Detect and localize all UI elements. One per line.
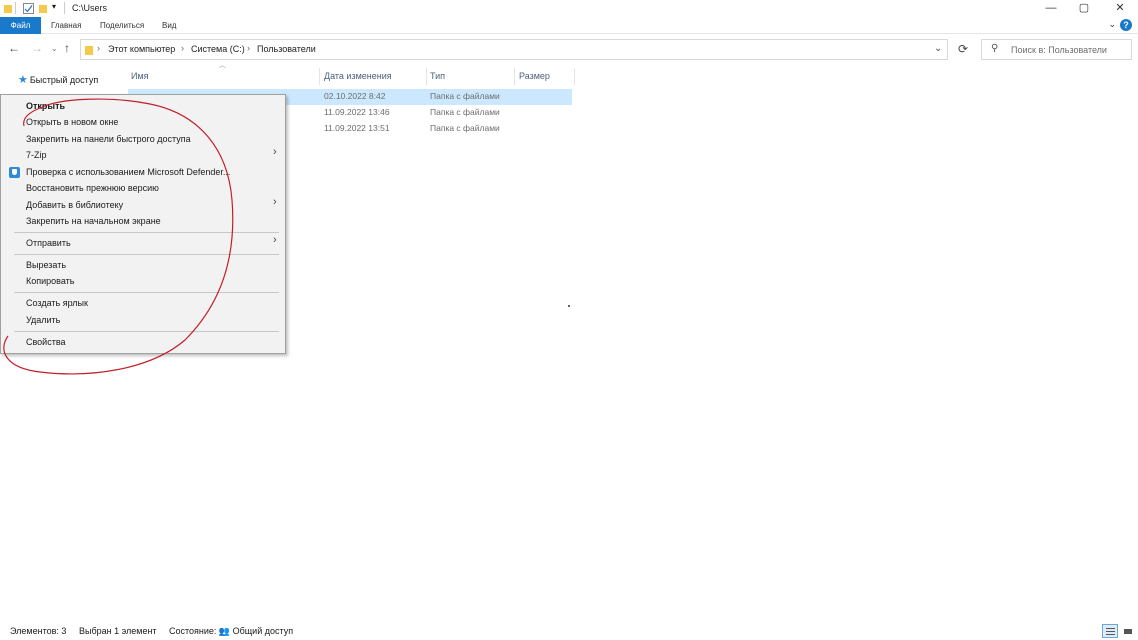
forward-arrow-icon[interactable]: → — [31, 41, 43, 55]
status-item-count: Элементов: 3 — [10, 626, 67, 636]
column-date-modified[interactable]: Дата изменения — [321, 68, 427, 85]
submenu-arrow-icon: › — [273, 146, 277, 158]
menu-item-pin-quick-access[interactable]: Закрепить на панели быстрого доступа — [26, 134, 191, 144]
breadcrumb-users[interactable]: Пользователи — [257, 44, 316, 54]
help-icon[interactable]: ? — [1120, 19, 1132, 31]
menu-separator — [14, 292, 279, 293]
tab-view[interactable]: Вид — [162, 17, 176, 34]
folder-icon — [85, 44, 93, 57]
menu-item-restore-previous[interactable]: Восстановить прежнюю версию — [26, 183, 159, 193]
address-bar[interactable]: › Этот компьютер › Система (C:) › Пользо… — [80, 39, 948, 60]
row-type: Папка с файлами — [430, 91, 500, 101]
customize-toolbar-icon[interactable]: ▾ — [52, 2, 56, 11]
recent-locations-icon[interactable]: ⌄ — [51, 44, 58, 53]
defender-shield-icon — [9, 167, 20, 178]
minimize-button[interactable]: — — [1034, 0, 1068, 17]
menu-item-7zip[interactable]: 7-Zip — [26, 150, 47, 160]
row-date: 11.09.2022 13:51 — [324, 123, 390, 133]
folder-icon — [4, 3, 12, 15]
menu-item-add-to-library[interactable]: Добавить в библиотеку — [26, 200, 123, 210]
divider — [64, 2, 65, 14]
menu-item-cut[interactable]: Вырезать — [26, 260, 66, 270]
column-name[interactable]: Имя — [128, 68, 320, 85]
breadcrumb-system-c[interactable]: Система (C:) — [191, 44, 245, 54]
up-arrow-icon[interactable]: ↑ — [64, 41, 70, 55]
details-view-button[interactable] — [1102, 624, 1118, 638]
tab-file[interactable]: Файл — [0, 17, 41, 34]
column-type[interactable]: Тип — [427, 68, 515, 85]
menu-separator — [14, 331, 279, 332]
status-sharing: Состояние: 👥 Общий доступ — [169, 626, 294, 636]
search-placeholder: Поиск в: Пользователи — [1011, 45, 1107, 55]
submenu-arrow-icon: › — [273, 234, 277, 246]
ribbon-tabs: Файл Главная Поделиться Вид ⌄ ? — [0, 17, 1138, 34]
status-bar: Элементов: 3 Выбран 1 элемент Состояние:… — [0, 620, 1138, 640]
menu-item-send-to[interactable]: Отправить — [26, 238, 71, 248]
menu-item-pin-start[interactable]: Закрепить на начальном экране — [26, 216, 161, 226]
dot — [568, 305, 570, 307]
menu-item-create-shortcut[interactable]: Создать ярлык — [26, 298, 88, 308]
divider — [15, 2, 16, 14]
address-dropdown-icon[interactable]: ⌄ — [934, 43, 942, 54]
expand-ribbon-icon[interactable]: ⌄ — [1108, 19, 1116, 30]
breadcrumb-separator-icon[interactable]: › — [247, 43, 250, 53]
submenu-arrow-icon: › — [273, 196, 277, 208]
title-bar: ▾ C:\Users — ▢ ✕ — [0, 0, 1138, 17]
sidebar-item-quick-access[interactable]: ★ Быстрый доступ — [18, 73, 98, 86]
menu-item-copy[interactable]: Копировать — [26, 276, 74, 286]
menu-separator — [14, 232, 279, 233]
star-icon: ★ — [18, 74, 28, 86]
search-icon: ⚲ — [991, 43, 999, 54]
menu-item-open[interactable]: Открыть — [26, 101, 65, 111]
breadcrumb-this-pc[interactable]: Этот компьютер — [108, 44, 175, 54]
maximize-button[interactable]: ▢ — [1067, 0, 1101, 17]
breadcrumb-separator-icon[interactable]: › — [181, 43, 184, 53]
refresh-icon[interactable]: ⟳ — [953, 39, 973, 60]
menu-separator — [14, 254, 279, 255]
large-icons-view-button[interactable] — [1120, 624, 1136, 638]
tab-share[interactable]: Поделиться — [100, 17, 144, 34]
row-type: Папка с файлами — [430, 123, 500, 133]
row-date: 02.10.2022 8:42 — [324, 91, 386, 101]
sidebar-item-label: Быстрый доступ — [29, 75, 99, 85]
status-selected: Выбран 1 элемент — [79, 626, 157, 636]
row-type: Папка с файлами — [430, 107, 500, 117]
search-box[interactable]: ⚲ Поиск в: Пользователи — [981, 39, 1132, 60]
menu-item-defender-scan[interactable]: Проверка с использованием Microsoft Defe… — [26, 167, 230, 177]
properties-icon[interactable] — [23, 3, 34, 16]
window-title: C:\Users — [72, 3, 108, 13]
close-button[interactable]: ✕ — [1103, 0, 1137, 17]
navigation-row: ← → ⌄ ↑ › Этот компьютер › Система (C:) … — [0, 36, 1138, 62]
menu-item-delete[interactable]: Удалить — [26, 315, 60, 325]
row-date: 11.09.2022 13:46 — [324, 107, 390, 117]
menu-item-open-new-window[interactable]: Открыть в новом окне — [26, 117, 118, 127]
new-folder-icon[interactable] — [39, 3, 47, 15]
tab-home[interactable]: Главная — [51, 17, 81, 34]
breadcrumb-separator-icon: › — [97, 43, 100, 53]
menu-item-properties[interactable]: Свойства — [26, 337, 66, 347]
context-menu: Открыть Открыть в новом окне Закрепить н… — [0, 94, 286, 354]
back-arrow-icon[interactable]: ← — [8, 41, 20, 55]
column-size[interactable]: Размер — [516, 68, 575, 85]
